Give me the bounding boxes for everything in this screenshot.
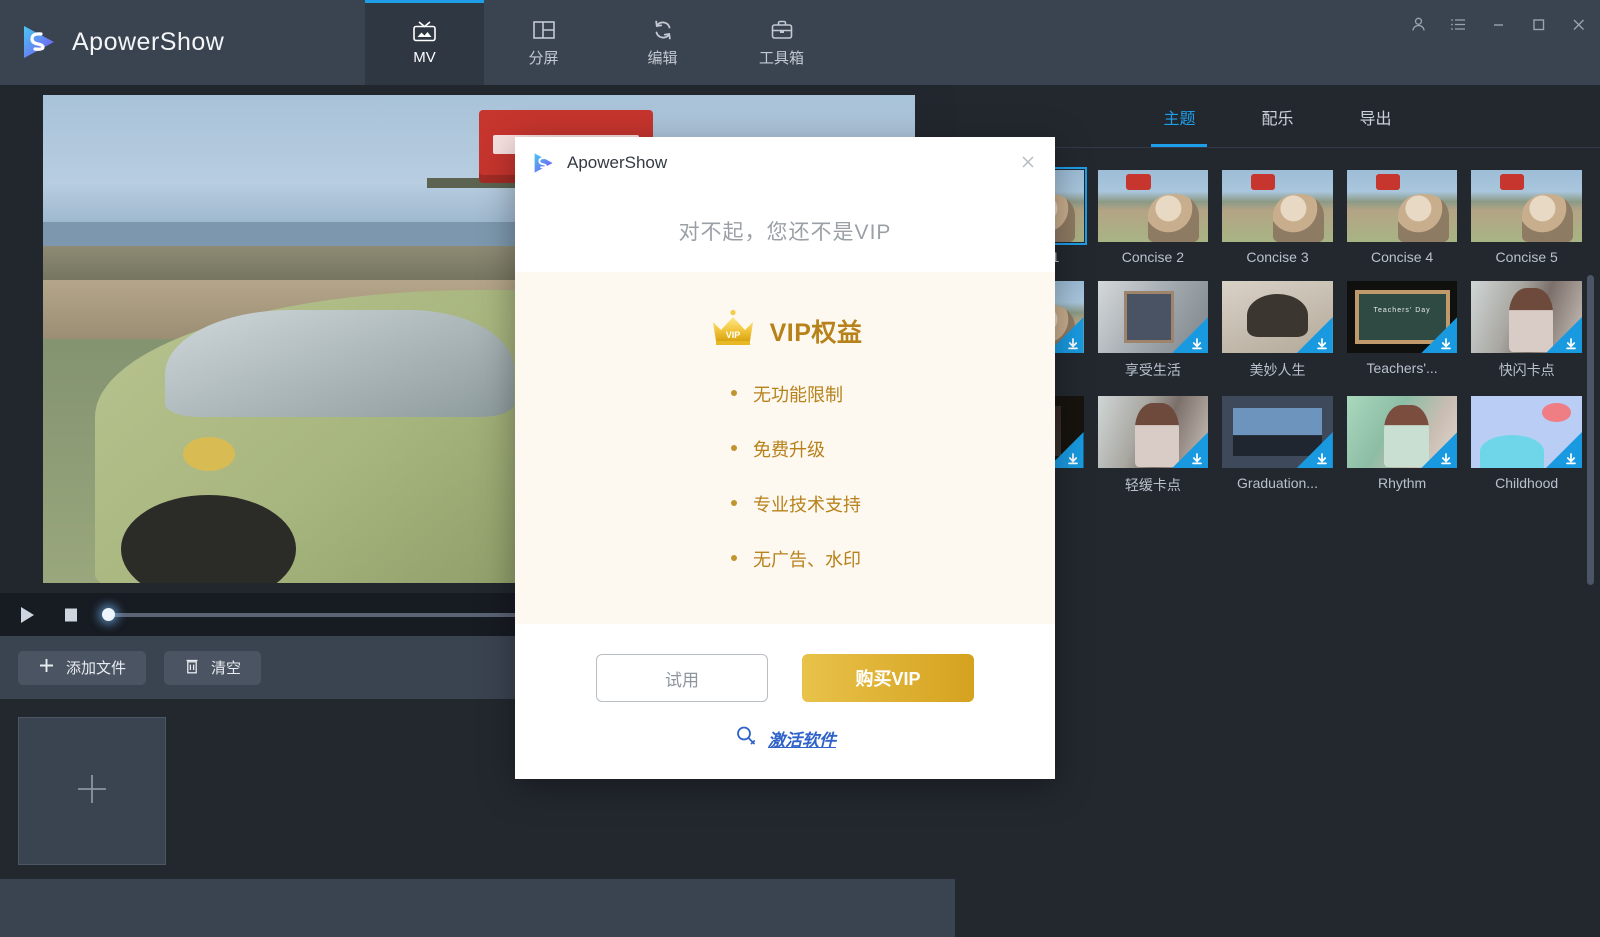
activate-software-label: 激活软件 (768, 726, 836, 751)
vip-benefit-item: 无广告、水印 (731, 546, 1055, 572)
dialog-subtitle: 对不起，您还不是VIP (515, 189, 1055, 272)
vip-crown-icon: VIP (708, 308, 758, 353)
key-search-icon (734, 724, 758, 753)
dialog-body: VIP VIP权益 无功能限制免费升级专业技术支持无广告、水印 (515, 272, 1055, 624)
vip-benefit-item: 免费升级 (731, 436, 1055, 462)
template-thumbnail-caption: Teachers' Day (1347, 307, 1458, 314)
buy-vip-button[interactable]: 购买VIP (802, 654, 974, 702)
vip-benefits-list: 无功能限制免费升级专业技术支持无广告、水印 (515, 381, 1055, 601)
modal-overlay: ApowerShow 对不起，您还不是VIP (0, 0, 1600, 937)
dialog-title: ApowerShow (567, 153, 667, 173)
svg-text:VIP: VIP (725, 330, 740, 340)
vip-benefit-item: 无功能限制 (731, 381, 1055, 407)
vip-benefits-heading: VIP VIP权益 (708, 308, 863, 353)
dialog-button-row: 试用 购买VIP (596, 654, 974, 702)
apowershow-logo-icon (531, 151, 555, 175)
vip-upgrade-dialog: ApowerShow 对不起，您还不是VIP (515, 137, 1055, 779)
vip-benefit-item: 专业技术支持 (731, 491, 1055, 517)
dialog-footer: 试用 购买VIP 激活软件 (515, 624, 1055, 779)
activate-software-link[interactable]: 激活软件 (734, 724, 836, 753)
trial-button[interactable]: 试用 (596, 654, 768, 702)
application-window: ApowerShow MV (0, 0, 1600, 937)
vip-benefits-title: VIP权益 (770, 313, 863, 349)
close-icon[interactable] (1015, 149, 1041, 175)
dialog-header: ApowerShow (515, 137, 1055, 189)
